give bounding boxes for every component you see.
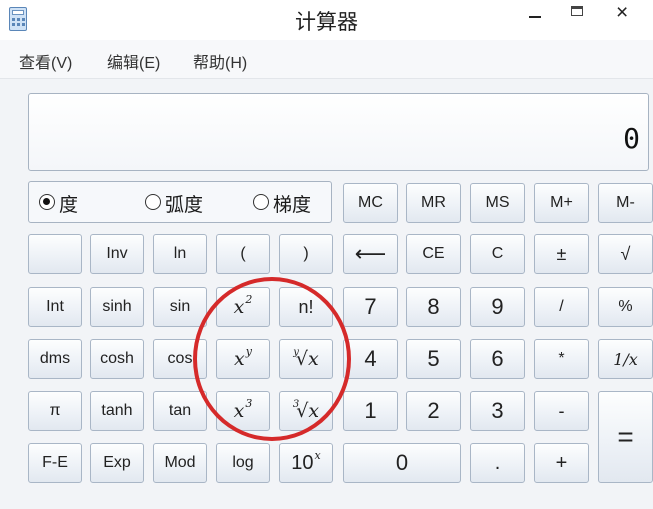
cos-button[interactable]: cos xyxy=(153,339,207,379)
square-button[interactable]: x2 xyxy=(216,287,270,327)
power-button[interactable]: xy xyxy=(216,339,270,379)
plus-button[interactable]: + xyxy=(534,443,589,483)
window-title: 计算器 xyxy=(295,11,358,34)
menu-bar: 查看(V) 编辑(E) 帮助(H) xyxy=(0,40,653,79)
close-button[interactable]: × xyxy=(606,0,646,30)
y-root-index: y xyxy=(293,346,299,358)
ten-power-button[interactable]: 10 x xyxy=(279,443,333,483)
negate-button[interactable]: ± xyxy=(534,234,589,274)
power-exponent: y xyxy=(245,344,252,358)
memory-clear-button[interactable]: MC xyxy=(343,183,398,223)
close-icon: × xyxy=(616,1,629,24)
digit-0-button[interactable]: 0 xyxy=(343,443,461,483)
digit-4-button[interactable]: 4 xyxy=(343,339,398,379)
cube-exponent: 3 xyxy=(245,396,253,410)
percent-button[interactable]: % xyxy=(598,287,653,327)
title-bar: 计算器 × xyxy=(0,0,653,40)
display-value: 0 xyxy=(623,122,640,155)
maximize-icon xyxy=(571,6,583,16)
radio-unselected-icon xyxy=(253,194,269,210)
minimize-icon xyxy=(529,16,541,18)
reciprocal-button[interactable]: 1/x xyxy=(598,339,653,379)
digit-8-button[interactable]: 8 xyxy=(406,287,461,327)
cube-button[interactable]: x3 xyxy=(216,391,270,431)
memory-subtract-button[interactable]: M- xyxy=(598,183,653,223)
menu-view[interactable]: 查看(V) xyxy=(19,49,72,73)
left-paren-button[interactable]: ( xyxy=(216,234,270,274)
radio-selected-icon xyxy=(39,194,55,210)
sinh-button[interactable]: sinh xyxy=(90,287,144,327)
radio-degrees-label: 度 xyxy=(59,195,79,216)
tanh-button[interactable]: tanh xyxy=(90,391,144,431)
digit-5-button[interactable]: 5 xyxy=(406,339,461,379)
result-display: 0 xyxy=(28,93,649,171)
menu-edit[interactable]: 编辑(E) xyxy=(107,49,160,73)
cube-root-index: 3 xyxy=(292,398,300,410)
radio-gradians-label: 梯度 xyxy=(273,195,312,216)
memory-store-button[interactable]: MS xyxy=(470,183,525,223)
digit-9-button[interactable]: 9 xyxy=(470,287,525,327)
cube-base: x xyxy=(233,400,245,422)
radio-radians-label: 弧度 xyxy=(165,195,204,216)
ln-button[interactable]: ln xyxy=(153,234,207,274)
radio-unselected-icon xyxy=(145,194,161,210)
multiply-button[interactable]: * xyxy=(534,339,589,379)
square-root-button[interactable]: √ xyxy=(598,234,653,274)
blank-button[interactable] xyxy=(28,234,82,274)
minus-button[interactable]: - xyxy=(534,391,589,431)
fixed-exponent-button[interactable]: F-E xyxy=(28,443,82,483)
digit-7-button[interactable]: 7 xyxy=(343,287,398,327)
cube-root-button[interactable]: 3 √x xyxy=(279,391,333,431)
pi-button[interactable]: π xyxy=(28,391,82,431)
equals-button[interactable]: = xyxy=(598,391,653,483)
dms-button[interactable]: dms xyxy=(28,339,82,379)
cube-root-body: √x xyxy=(296,400,320,422)
integer-button[interactable]: Int xyxy=(28,287,82,327)
inverse-button[interactable]: Inv xyxy=(90,234,144,274)
log-button[interactable]: log xyxy=(216,443,270,483)
memory-add-button[interactable]: M+ xyxy=(534,183,589,223)
modulo-button[interactable]: Mod xyxy=(153,443,207,483)
right-paren-button[interactable]: ) xyxy=(279,234,333,274)
clear-button[interactable]: C xyxy=(470,234,525,274)
angle-mode-group: 度 弧度 梯度 xyxy=(28,181,332,223)
square-exponent: 2 xyxy=(245,292,253,306)
square-base: x xyxy=(233,296,245,318)
backspace-button[interactable]: ⟵ xyxy=(343,234,398,274)
ten-power-base: 10 xyxy=(291,451,314,474)
menu-help[interactable]: 帮助(H) xyxy=(193,49,247,73)
sin-button[interactable]: sin xyxy=(153,287,207,327)
divide-button[interactable]: / xyxy=(534,287,589,327)
memory-recall-button[interactable]: MR xyxy=(406,183,461,223)
ten-power-exponent: x xyxy=(314,448,321,462)
backspace-arrow-icon: ⟵ xyxy=(354,241,387,266)
digit-1-button[interactable]: 1 xyxy=(343,391,398,431)
factorial-button[interactable]: n! xyxy=(279,287,333,327)
exp-button[interactable]: Exp xyxy=(90,443,144,483)
tan-button[interactable]: tan xyxy=(153,391,207,431)
clear-entry-button[interactable]: CE xyxy=(406,234,461,274)
y-root-button[interactable]: y √x xyxy=(279,339,333,379)
cosh-button[interactable]: cosh xyxy=(90,339,144,379)
power-base: x xyxy=(234,348,245,370)
maximize-button[interactable] xyxy=(558,0,598,30)
digit-6-button[interactable]: 6 xyxy=(470,339,525,379)
digit-3-button[interactable]: 3 xyxy=(470,391,525,431)
y-root-body: √x xyxy=(295,348,319,370)
minimize-button[interactable] xyxy=(515,0,555,30)
digit-2-button[interactable]: 2 xyxy=(406,391,461,431)
decimal-button[interactable]: . xyxy=(470,443,525,483)
